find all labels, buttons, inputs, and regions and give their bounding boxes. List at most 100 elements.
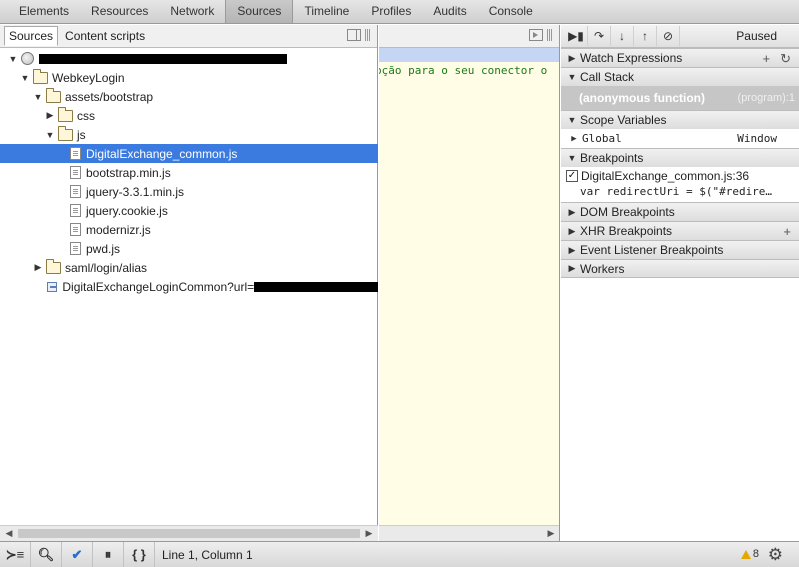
tab-resources[interactable]: Resources [80, 0, 159, 23]
tree-file[interactable]: bootstrap.min.js [0, 163, 378, 182]
tab-elements[interactable]: Elements [8, 0, 80, 23]
search-button[interactable]: 🔍︎ [31, 542, 62, 567]
code-line: pção para o seu conector o [379, 64, 548, 77]
collapsed-arrow-icon[interactable]: ▶ [569, 134, 579, 144]
tree-file-selected[interactable]: DigitalExchange_common.js [0, 144, 378, 163]
collapsed-arrow-icon: ▶ [568, 225, 576, 236]
folder-icon [46, 87, 61, 103]
folder-icon [46, 258, 61, 274]
xhr-breakpoints-header[interactable]: ▶ XHR Breakpoints + [561, 221, 799, 240]
watch-expressions-header[interactable]: ▶ Watch Expressions + ↻ [561, 48, 799, 67]
collapsed-arrow-icon[interactable]: ▶ [33, 262, 43, 273]
expanded-arrow-icon[interactable]: ▼ [33, 92, 43, 102]
breakpoint-checkbox[interactable]: ✓ [566, 170, 578, 182]
pretty-print-button[interactable]: ✔ [62, 542, 93, 567]
breakpoint-item[interactable]: ✓ DigitalExchange_common.js:36 [561, 167, 799, 185]
resume-icon: ▶▮ [568, 29, 584, 43]
collapsed-arrow-icon[interactable]: ▶ [45, 110, 55, 121]
format-button[interactable]: { } [124, 542, 155, 567]
tree-folder-assets-bootstrap[interactable]: ▼ assets/bootstrap [0, 87, 378, 106]
source-editor[interactable]: pção para o seu conector o ▶ [379, 25, 560, 541]
tab-profiles[interactable]: Profiles [360, 0, 422, 23]
tree-folder-js[interactable]: ▼ js [0, 125, 378, 144]
expanded-arrow-icon: ▼ [567, 153, 577, 163]
warning-icon [740, 549, 751, 559]
file-icon [70, 204, 81, 217]
tab-timeline[interactable]: Timeline [293, 0, 360, 23]
scope-value: Window [737, 132, 777, 145]
event-listener-breakpoints-header[interactable]: ▶ Event Listener Breakpoints [561, 240, 799, 259]
editor-tab-strip [379, 25, 559, 48]
step-over-icon: ↷ [593, 29, 605, 43]
drawer-console-button[interactable]: ≻≡ [0, 542, 31, 567]
add-icon[interactable]: + [763, 51, 771, 67]
deactivate-breakpoints-icon: ⊘ [662, 29, 674, 43]
navigator-tab-content-scripts[interactable]: Content scripts [60, 26, 150, 46]
scroll-thumb[interactable] [18, 529, 360, 538]
section-title: DOM Breakpoints [580, 205, 675, 219]
navigator-horizontal-scrollbar[interactable]: ◀ ▶ [0, 525, 378, 541]
call-frame-location: (program):1 [737, 92, 795, 104]
expanded-arrow-icon[interactable]: ▼ [8, 54, 18, 64]
call-frame-name: (anonymous function) [579, 91, 705, 105]
execution-line-highlight [379, 48, 559, 62]
file-tree: ▼ ▼ WebkeyLogin ▼ assets/bootstrap ▶ css… [0, 49, 378, 519]
navigator-tab-sources[interactable]: Sources [4, 26, 59, 46]
tree-file[interactable]: pwd.js [0, 239, 378, 258]
tab-sources[interactable]: Sources [225, 0, 294, 23]
tree-file[interactable]: jquery-3.3.1.min.js [0, 182, 378, 201]
editor-horizontal-scrollbar[interactable]: ▶ [379, 525, 559, 541]
call-stack-header[interactable]: ▼ Call Stack [561, 67, 799, 86]
tree-folder-saml[interactable]: ▶ saml/login/alias [0, 258, 378, 277]
resize-grip-icon[interactable] [547, 29, 553, 41]
scope-row[interactable]: ▶ Global Window [561, 129, 799, 148]
tab-console[interactable]: Console [478, 0, 544, 23]
pause-on-exceptions-button[interactable]: ⏸ [93, 542, 124, 567]
warning-counter[interactable]: 8 [740, 548, 759, 560]
workers-header[interactable]: ▶ Workers [561, 259, 799, 278]
tree-label: saml/login/alias [65, 260, 148, 275]
tree-root[interactable]: ▼ [0, 49, 378, 68]
breakpoint-code: var redirectUri = $("#redire… [580, 185, 773, 198]
resume-button[interactable]: ▶▮ [565, 26, 588, 46]
step-over-button[interactable]: ↷ [588, 26, 611, 46]
dom-breakpoints-header[interactable]: ▶ DOM Breakpoints [561, 202, 799, 221]
paused-status: Paused [736, 29, 777, 43]
file-icon [70, 242, 81, 255]
tree-file[interactable]: modernizr.js [0, 220, 378, 239]
toggle-navigator-icon[interactable] [347, 29, 361, 41]
tab-network[interactable]: Network [159, 0, 225, 23]
tree-label: bootstrap.min.js [86, 165, 171, 180]
resize-grip-icon[interactable] [365, 29, 371, 41]
tab-audits[interactable]: Audits [422, 0, 477, 23]
tree-folder-css[interactable]: ▶ css [0, 106, 378, 125]
braces-icon: { } [132, 547, 146, 562]
tree-file[interactable]: jquery.cookie.js [0, 201, 378, 220]
refresh-icon[interactable]: ↻ [780, 51, 791, 67]
expanded-arrow-icon[interactable]: ▼ [20, 73, 30, 83]
redacted-url [254, 281, 378, 292]
scroll-left-icon[interactable]: ◀ [2, 526, 16, 541]
deactivate-breakpoints-button[interactable]: ⊘ [657, 26, 680, 46]
checkmark-icon: ✔ [71, 546, 83, 562]
status-bar: ≻≡ 🔍︎ ✔ ⏸ { } Line 1, Column 1 8 ⚙ [0, 541, 799, 567]
add-icon[interactable]: + [783, 224, 791, 239]
tree-label: WebkeyLogin [52, 70, 125, 85]
file-icon [70, 147, 81, 160]
scroll-right-icon[interactable]: ▶ [544, 526, 558, 541]
expanded-arrow-icon[interactable]: ▼ [45, 130, 55, 140]
scroll-right-icon[interactable]: ▶ [362, 526, 376, 541]
call-frame[interactable]: (anonymous function) (program):1 [561, 86, 799, 110]
tree-folder-webkeylogin[interactable]: ▼ WebkeyLogin [0, 68, 378, 87]
tree-file-common[interactable]: DigitalExchangeLoginCommon?url= [0, 277, 378, 296]
gear-icon[interactable]: ⚙ [768, 545, 783, 565]
section-title: Event Listener Breakpoints [580, 243, 724, 257]
section-title: Breakpoints [580, 151, 644, 165]
collapsed-arrow-icon: ▶ [568, 263, 576, 273]
step-into-button[interactable]: ↓ [611, 26, 634, 46]
step-out-button[interactable]: ↑ [634, 26, 657, 46]
toggle-debugger-icon[interactable] [529, 29, 543, 41]
breakpoints-header[interactable]: ▼ Breakpoints [561, 148, 799, 167]
scope-variables-header[interactable]: ▼ Scope Variables [561, 110, 799, 129]
debugger-toolbar: ▶▮ ↷ ↓ ↑ ⊘ Paused [561, 25, 799, 48]
